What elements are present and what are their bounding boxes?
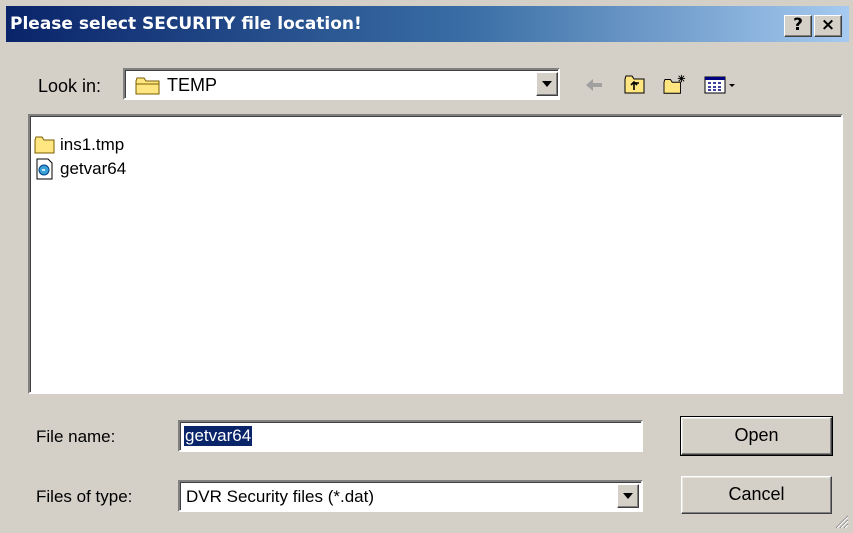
cancel-button[interactable]: Cancel — [681, 476, 832, 514]
filename-input[interactable]: getvar64 — [178, 420, 643, 452]
file-list[interactable]: ins1.tmp getvar64 — [28, 114, 843, 394]
lookin-value: TEMP — [167, 75, 218, 95]
close-button[interactable]: × — [814, 15, 842, 37]
filetype-select[interactable]: DVR Security files (*.dat) — [178, 480, 643, 512]
file-icon — [36, 158, 53, 180]
help-button[interactable]: ? — [784, 15, 812, 37]
view-menu-icon[interactable] — [704, 74, 738, 96]
filetype-value: DVR Security files (*.dat) — [186, 487, 374, 506]
list-item[interactable]: ins1.tmp — [34, 133, 124, 157]
lookin-combo[interactable]: TEMP — [123, 68, 560, 100]
filename-label: File name: — [36, 427, 116, 446]
chevron-down-icon — [542, 81, 552, 87]
list-item-label: ins1.tmp — [60, 135, 125, 154]
filename-value: getvar64 — [184, 426, 253, 446]
folder-icon — [135, 77, 160, 95]
list-item[interactable]: getvar64 — [34, 157, 126, 181]
list-item-label: getvar64 — [60, 159, 127, 178]
filetype-label: Files of type: — [36, 487, 133, 506]
folder-icon — [34, 136, 55, 154]
open-button[interactable]: Open — [680, 416, 833, 456]
filetype-dropdown-button[interactable] — [617, 484, 639, 508]
up-one-level-icon[interactable] — [624, 74, 646, 96]
resize-grip-icon[interactable] — [833, 513, 849, 529]
file-dialog: Please select SECURITY file location! ? … — [0, 0, 853, 533]
chevron-down-icon — [623, 493, 633, 499]
title-bar[interactable]: Please select SECURITY file location! ? … — [6, 6, 849, 42]
window-title: Please select SECURITY file location! — [10, 14, 362, 34]
lookin-label: Look in: — [38, 76, 102, 96]
new-folder-icon[interactable] — [662, 74, 688, 96]
back-arrow-icon[interactable] — [583, 74, 605, 96]
lookin-dropdown-button[interactable] — [536, 72, 558, 96]
